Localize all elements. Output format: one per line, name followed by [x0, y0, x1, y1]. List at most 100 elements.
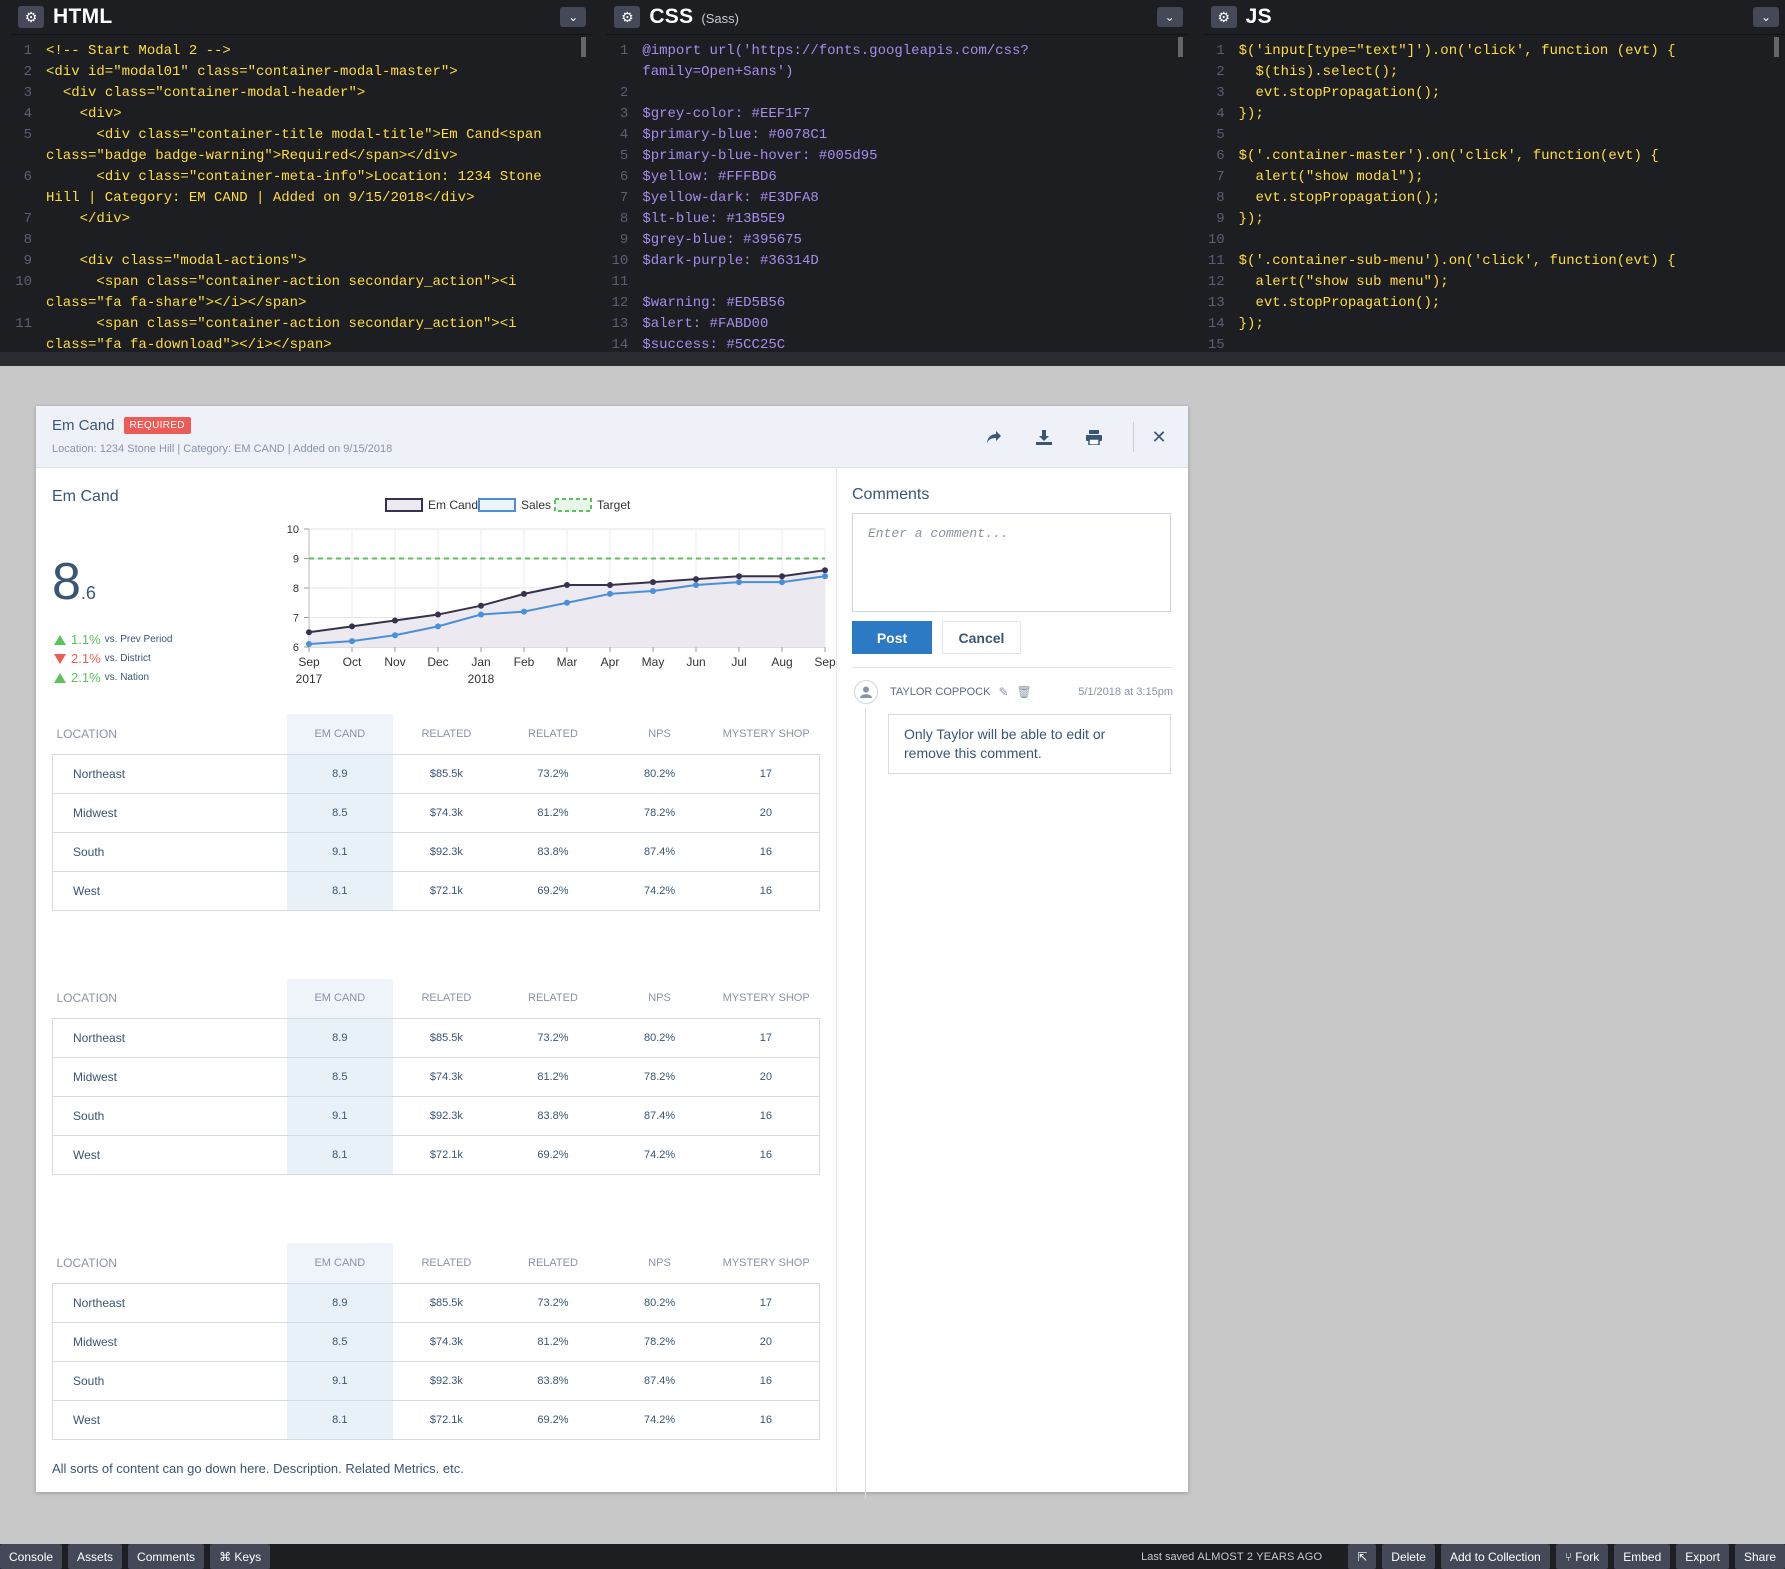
line-number: 9: [619, 232, 629, 248]
html-code-area[interactable]: 1 <!-- Start Modal 2 --> 2 <div id="modal01…: [10, 34, 593, 366]
code-text: $('.container-sub-menu').on('click', fun…: [1238, 253, 1676, 269]
code-line: 9 <div class="modal-actions">: [10, 251, 592, 272]
table-cell: $85.5k: [393, 753, 500, 793]
download-icon[interactable]: [1019, 422, 1069, 452]
delete-button[interactable]: Delete: [1382, 1544, 1435, 1569]
column-header[interactable]: NPS: [606, 1243, 713, 1283]
code-text: $(this).select();: [1238, 64, 1399, 80]
console-button[interactable]: Console: [0, 1544, 63, 1569]
line-number: 11: [611, 274, 629, 290]
table-cell: 80.2%: [606, 1018, 713, 1058]
table-row[interactable]: Midwest 8.5 $74.3k 81.2% 78.2% 20: [51, 792, 820, 832]
share-icon[interactable]: [969, 422, 1019, 452]
column-header[interactable]: RELATED: [500, 1243, 607, 1283]
column-header[interactable]: RELATED: [393, 1243, 500, 1283]
code-line: 6 $yellow: #FFFBD6: [606, 167, 1188, 188]
chevron-down-icon[interactable]: ⌄: [1156, 7, 1183, 27]
triangle-up-icon: [54, 672, 66, 683]
table-cell: 69.2%: [499, 870, 607, 911]
share-button[interactable]: Share: [1734, 1544, 1785, 1569]
column-header[interactable]: EM CAND: [286, 714, 394, 754]
gear-icon[interactable]: ⚙: [614, 6, 641, 28]
table-row[interactable]: Northeast 8.9 $85.5k 73.2% 80.2% 17: [51, 1018, 820, 1058]
column-header[interactable]: EM CAND: [286, 1243, 394, 1283]
code-text: $grey-blue: #395675: [642, 232, 802, 248]
edit-icon[interactable]: ✎: [998, 685, 1008, 699]
legend-label: Target: [597, 498, 631, 512]
column-header[interactable]: RELATED: [393, 979, 500, 1019]
column-header[interactable]: NPS: [606, 714, 713, 754]
code-line: 11 <span class="container-action seconda…: [10, 314, 592, 356]
code-line: 9});: [1203, 209, 1785, 230]
column-header[interactable]: LOCATION: [53, 979, 287, 1019]
column-header[interactable]: RELATED: [393, 714, 500, 754]
table-row[interactable]: South 9.1 $92.3k 83.8% 87.4% 16: [51, 831, 820, 871]
table-cell: 8.5: [286, 792, 394, 832]
column-header[interactable]: RELATED: [500, 979, 607, 1019]
table-spacer: [52, 911, 820, 963]
data-point: [607, 582, 613, 589]
column-header[interactable]: NPS: [606, 979, 713, 1019]
table-cell: 80.2%: [606, 1282, 713, 1322]
print-icon[interactable]: [1069, 422, 1119, 452]
comment-input[interactable]: Enter a comment...: [852, 513, 1171, 612]
add-to-collection-button[interactable]: Add to Collection: [1440, 1544, 1550, 1569]
pane-resize-handle[interactable]: [0, 352, 1785, 366]
code-line: 5 $primary-blue-hover: #005d95: [606, 146, 1188, 167]
table-cell: 73.2%: [499, 753, 607, 793]
line-number: 11: [15, 316, 32, 332]
table-row[interactable]: West 8.1 $72.1k 69.2% 74.2% 16: [51, 1135, 820, 1175]
x-year-label: 2018: [468, 672, 495, 686]
column-header[interactable]: MYSTERY SHOP: [713, 714, 820, 754]
table-cell: 81.2%: [499, 792, 607, 832]
table-row[interactable]: Midwest 8.5 $74.3k 81.2% 78.2% 20: [51, 1321, 820, 1361]
trend-chart: 6 7 8 9 10 Sep 2017 Oct Nov Dec Jan 2018 Feb Mar Apr Ma…: [266, 488, 836, 693]
code-line: 6 <div class="container-meta-info">Locat…: [10, 167, 592, 209]
column-header[interactable]: MYSTERY SHOP: [713, 1243, 820, 1283]
chevron-down-icon[interactable]: ⌄: [560, 7, 587, 27]
js-code-area[interactable]: 1 $('input[type="text"]').on('click', fun…: [1202, 34, 1785, 366]
fork-button[interactable]: ⑂ Fork: [1555, 1544, 1609, 1569]
post-button[interactable]: Post: [852, 621, 932, 654]
line-number: 3: [619, 106, 629, 122]
trash-icon[interactable]: 🗑: [1017, 685, 1032, 699]
embed-button[interactable]: Embed: [1614, 1544, 1671, 1569]
metric-summary: Em Cand 8.6 1.1% vs. Prev Period 2.1% vs. D…: [52, 488, 836, 698]
keys-button[interactable]: ⌘ Keys: [210, 1544, 271, 1569]
css-code-area[interactable]: 1 @import url('https://fonts.googleapis.c…: [606, 34, 1189, 366]
table-row[interactable]: West 8.1 $72.1k 69.2% 74.2% 16: [51, 1399, 820, 1440]
cancel-button[interactable]: Cancel: [942, 621, 1021, 654]
table-row[interactable]: Northeast 8.9 $85.5k 73.2% 80.2% 17: [51, 753, 820, 793]
triangle-up-icon: [54, 634, 66, 645]
comments-button[interactable]: Comments: [128, 1544, 205, 1569]
table-row[interactable]: South 9.1 $92.3k 83.8% 87.4% 16: [51, 1360, 820, 1400]
chevron-down-icon[interactable]: ⌄: [1752, 7, 1779, 27]
gear-icon[interactable]: ⚙: [1210, 6, 1237, 28]
assets-button[interactable]: Assets: [68, 1544, 123, 1569]
export-button[interactable]: Export: [1676, 1544, 1729, 1569]
table-row[interactable]: West 8.1 $72.1k 69.2% 74.2% 16: [51, 870, 820, 911]
external-link-icon[interactable]: ⇱: [1348, 1544, 1377, 1569]
line-number: 12: [611, 295, 629, 311]
table-row[interactable]: Northeast 8.9 $85.5k 73.2% 80.2% 17: [51, 1282, 820, 1322]
code-text: <div class="container-meta-info">Locatio…: [46, 169, 551, 206]
column-header[interactable]: LOCATION: [53, 714, 287, 754]
table-row[interactable]: Midwest 8.5 $74.3k 81.2% 78.2% 20: [51, 1057, 820, 1097]
data-point: [779, 579, 785, 586]
column-header[interactable]: MYSTERY SHOP: [713, 979, 820, 1019]
close-icon[interactable]: ✕: [1146, 422, 1172, 452]
code-line: 2: [606, 83, 1188, 104]
table-cell: $85.5k: [393, 1282, 500, 1322]
data-point: [779, 573, 785, 580]
delta-row: 1.1% vs. Prev Period: [54, 630, 172, 649]
column-header[interactable]: LOCATION: [53, 1243, 287, 1283]
gear-icon[interactable]: ⚙: [18, 6, 44, 28]
modal-actions: ✕: [969, 422, 1172, 452]
column-header[interactable]: RELATED: [500, 714, 607, 754]
code-text: $primary-blue: #0078C1: [642, 127, 828, 143]
table-row[interactable]: South 9.1 $92.3k 83.8% 87.4% 16: [51, 1096, 820, 1136]
column-header[interactable]: EM CAND: [286, 978, 394, 1019]
data-point: [306, 641, 312, 648]
table-cell: 17: [712, 1282, 820, 1322]
code-line: 13 evt.stopPropagation();: [1203, 293, 1785, 314]
